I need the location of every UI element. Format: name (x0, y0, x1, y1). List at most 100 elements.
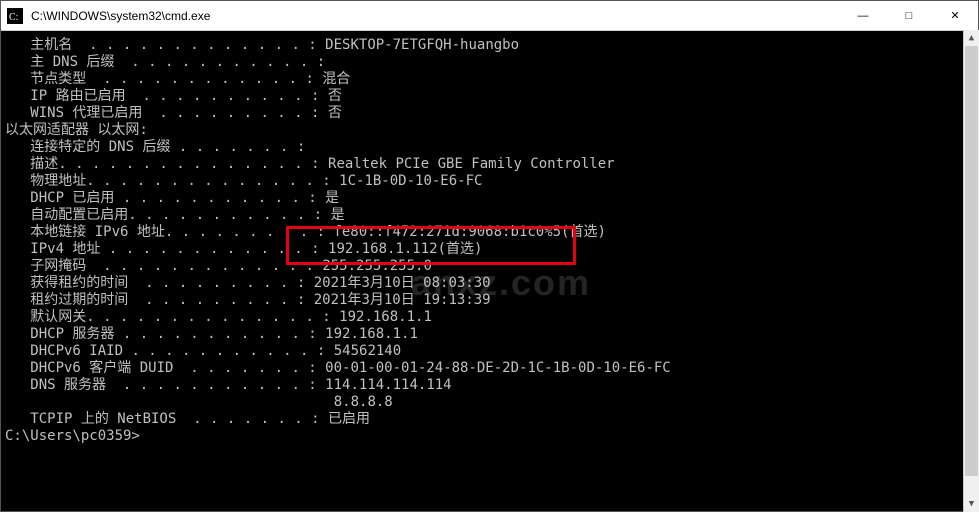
titlebar[interactable]: C: C:\WINDOWS\system32\cmd.exe — □ ✕ (1, 1, 978, 31)
separator-dots: . . . . . . . : (173, 360, 325, 377)
output-line-top-3: IP 路由已启用 . . . . . . . . . . : 否 (5, 88, 974, 105)
separator-dots: . . . . . . . . . . . : (114, 54, 325, 71)
window-controls: — □ ✕ (840, 1, 978, 31)
field-value: 否 (328, 105, 342, 122)
field-value: 混合 (322, 71, 350, 88)
separator-dots: . . . . . . . . . . . . : (100, 241, 328, 258)
output-line-adp-10: 默认网关. . . . . . . . . . . . . . : 192.16… (5, 309, 974, 326)
separator-dots: . . . . . . . . . . . . . . : (67, 156, 328, 173)
adapter-heading: 以太网适配器 以太网: (5, 122, 974, 139)
vertical-scrollbar[interactable]: ▲ ▼ (963, 30, 979, 512)
output-line-adp-12: DHCPv6 IAID . . . . . . . . . . . : 5456… (5, 343, 974, 360)
separator-dots: . . . . . . . . . . . . : (86, 258, 322, 275)
field-label: TCPIP 上的 NetBIOS (5, 411, 176, 428)
output-line-adp-8: 获得租约的时间 . . . . . . . . . : 2021年3月10日 0… (5, 275, 974, 292)
separator-dots: . . . . . . . . . . : (137, 207, 331, 224)
field-label: 获得租约的时间 (5, 275, 128, 292)
window-title: C:\WINDOWS\system32\cmd.exe (29, 9, 840, 23)
field-value: fe80::f472:271d:9068:b1c0%5(首选) (333, 224, 605, 241)
separator-dots: . . . . . . . . . . . . . : (72, 37, 325, 54)
separator-dots: . . . . . . . : (170, 139, 305, 156)
field-label: 本地链接 IPv6 地址. (5, 224, 173, 241)
output-line-top-1: 主 DNS 后缀 . . . . . . . . . . . : (5, 54, 974, 71)
separator-dots: . . . . . . . . . . . : (114, 190, 325, 207)
separator-dots: . . . . . . . . : (173, 224, 333, 241)
scroll-up-arrow[interactable]: ▲ (964, 30, 979, 46)
field-label: DHCP 服务器 (5, 326, 114, 343)
output-line-adp-6: IPv4 地址 . . . . . . . . . . . . : 192.16… (5, 241, 974, 258)
field-label: 租约过期的时间 (5, 292, 128, 309)
cmd-window: C: C:\WINDOWS\system32\cmd.exe — □ ✕ 主机名… (0, 0, 979, 512)
output-line-adp-14: DNS 服务器 . . . . . . . . . . . : 114.114.… (5, 377, 974, 394)
separator-dots: . . . . . . . . . . . : (114, 326, 325, 343)
field-value: 114.114.114.114 (325, 377, 451, 394)
separator-dots (5, 394, 334, 411)
field-label: IP 路由已启用 (5, 88, 126, 105)
output-line-adp-15: 8.8.8.8 (5, 394, 974, 411)
output-line-adp-3: DHCP 已启用 . . . . . . . . . . . : 是 (5, 190, 974, 207)
output-line-adp-4: 自动配置已启用. . . . . . . . . . . : 是 (5, 207, 974, 224)
output-line-top-4: WINS 代理已启用 . . . . . . . . . : 否 (5, 105, 974, 122)
separator-dots: . . . . . . . . . . . . . : (95, 309, 339, 326)
scroll-down-arrow[interactable]: ▼ (964, 496, 979, 512)
separator-dots: . . . . . . . : (176, 411, 328, 428)
field-label: 物理地址. (5, 173, 95, 190)
field-label: DHCP 已启用 (5, 190, 114, 207)
field-value: 255.255.255.0 (322, 258, 432, 275)
output-line-adp-9: 租约过期的时间 . . . . . . . . . : 2021年3月10日 1… (5, 292, 974, 309)
output-line-adp-2: 物理地址. . . . . . . . . . . . . . : 1C-1B-… (5, 173, 974, 190)
cmd-icon: C: (7, 8, 23, 24)
output-line-top-0: 主机名 . . . . . . . . . . . . . : DESKTOP-… (5, 37, 974, 54)
field-value: 是 (331, 207, 345, 224)
field-value: 1C-1B-0D-10-E6-FC (339, 173, 482, 190)
field-value: 是 (325, 190, 339, 207)
field-label: 主 DNS 后缀 (5, 54, 114, 71)
field-label: 默认网关. (5, 309, 95, 326)
close-button[interactable]: ✕ (932, 1, 978, 31)
separator-dots: . . . . . . . . . . : (126, 88, 328, 105)
command-prompt[interactable]: C:\Users\pc0359> (5, 428, 974, 445)
field-value: 192.168.1.1 (325, 326, 418, 343)
field-value: 2021年3月10日 08:03:30 (314, 275, 491, 292)
maximize-button[interactable]: □ (886, 1, 932, 31)
field-value: 192.168.1.1 (339, 309, 432, 326)
separator-dots: . . . . . . . . . . . . . : (95, 173, 339, 190)
field-label: IPv4 地址 (5, 241, 100, 258)
field-value: 192.168.1.112(首选) (328, 241, 482, 258)
field-value: 8.8.8.8 (334, 394, 393, 411)
field-label: 连接特定的 DNS 后缀 (5, 139, 170, 156)
output-line-adp-5: 本地链接 IPv6 地址. . . . . . . . . : fe80::f4… (5, 224, 974, 241)
output-line-adp-13: DHCPv6 客户端 DUID . . . . . . . : 00-01-00… (5, 360, 974, 377)
separator-dots: . . . . . . . . . . . . : (86, 71, 322, 88)
output-line-adp-7: 子网掩码 . . . . . . . . . . . . : 255.255.2… (5, 258, 974, 275)
field-label: 自动配置已启用. (5, 207, 137, 224)
output-line-top-2: 节点类型 . . . . . . . . . . . . : 混合 (5, 71, 974, 88)
terminal-output[interactable]: 主机名 . . . . . . . . . . . . . : DESKTOP-… (1, 31, 978, 511)
field-label: 节点类型 (5, 71, 86, 88)
output-line-adp-16: TCPIP 上的 NetBIOS . . . . . . . : 已启用 (5, 411, 974, 428)
field-label: 子网掩码 (5, 258, 86, 275)
field-label: DHCPv6 IAID (5, 343, 123, 360)
scroll-thumb[interactable] (965, 46, 978, 476)
field-value: Realtek PCIe GBE Family Controller (328, 156, 615, 173)
output-line-adp-0: 连接特定的 DNS 后缀 . . . . . . . : (5, 139, 974, 156)
field-value: 00-01-00-01-24-88-DE-2D-1C-1B-0D-10-E6-F… (325, 360, 671, 377)
minimize-button[interactable]: — (840, 1, 886, 31)
output-line-adp-1: 描述. . . . . . . . . . . . . . . : Realte… (5, 156, 974, 173)
separator-dots: . . . . . . . . . : (142, 105, 327, 122)
field-label: 描述. (5, 156, 67, 173)
field-label: DHCPv6 客户端 DUID (5, 360, 173, 377)
field-value: 已启用 (328, 411, 370, 428)
output-line-adp-11: DHCP 服务器 . . . . . . . . . . . : 192.168… (5, 326, 974, 343)
svg-text:C:: C: (9, 12, 18, 23)
separator-dots: . . . . . . . . . : (128, 275, 313, 292)
separator-dots: . . . . . . . . . . . : (106, 377, 325, 394)
field-value: 否 (328, 88, 342, 105)
field-value: 54562140 (334, 343, 401, 360)
field-label: 主机名 (5, 37, 72, 54)
field-value: 2021年3月10日 19:13:39 (314, 292, 491, 309)
field-label: WINS 代理已启用 (5, 105, 142, 122)
separator-dots: . . . . . . . . . . . : (123, 343, 334, 360)
field-value: DESKTOP-7ETGFQH-huangbo (325, 37, 519, 54)
separator-dots: . . . . . . . . . : (128, 292, 313, 309)
